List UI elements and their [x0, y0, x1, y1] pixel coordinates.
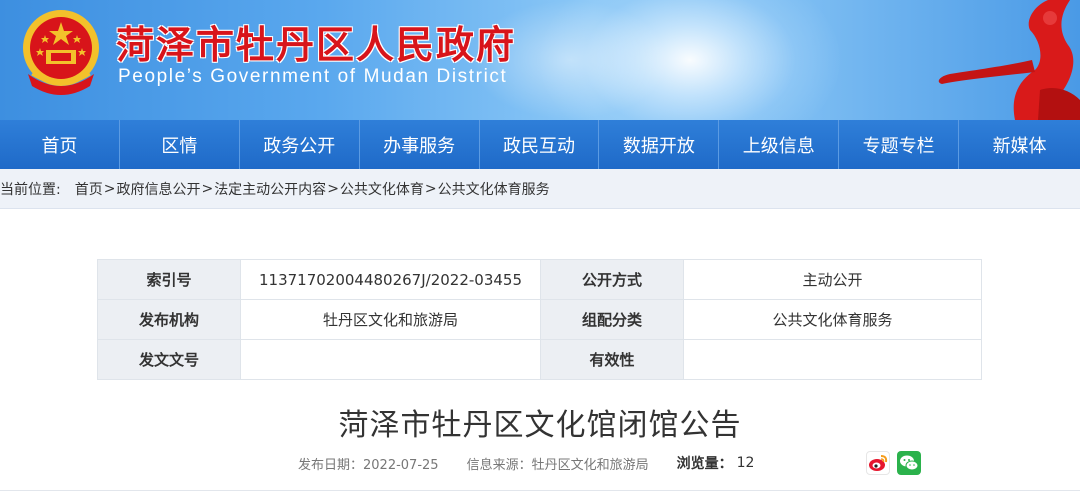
view-count-label: 浏览量：: [676, 456, 733, 472]
breadcrumb-item-gov-info[interactable]: 政府信息公开: [116, 179, 200, 199]
weibo-icon: [869, 455, 888, 471]
nav-item-district-info[interactable]: 区情: [120, 120, 240, 169]
wechat-icon: [900, 455, 919, 471]
index-number-value: 11371702004480267J/2022-03455: [240, 259, 541, 300]
breadcrumb-item-culture-sports[interactable]: 公共文化体育: [340, 179, 424, 199]
breadcrumb-separator: >: [201, 180, 214, 197]
nav-item-interaction[interactable]: 政民互动: [480, 120, 600, 169]
disclosure-method-value: 主动公开: [683, 259, 982, 300]
breadcrumb-label: 当前位置:: [0, 181, 61, 198]
divider: [0, 490, 1080, 491]
disclosure-method-label: 公开方式: [540, 259, 684, 300]
nav-item-open-data[interactable]: 数据开放: [599, 120, 720, 169]
publisher-label: 发布机构: [97, 299, 241, 340]
share-weibo-button[interactable]: [866, 451, 890, 475]
site-title: 菏泽市牡丹区人民政府: [116, 23, 517, 67]
validity-label: 有效性: [540, 339, 684, 380]
document-number-value: [240, 339, 541, 380]
breadcrumb-item-statutory-content[interactable]: 法定主动公开内容: [214, 179, 326, 199]
article-info-line: 发布日期：2022-07-25 信息来源：牡丹区文化和旅游局 浏览量： 12: [298, 453, 754, 473]
nav-item-home[interactable]: 首页: [0, 120, 120, 169]
nav-item-services[interactable]: 办事服务: [360, 120, 480, 169]
breadcrumb-separator: >: [103, 180, 116, 197]
main-nav: 首页 区情 政务公开 办事服务 政民互动 数据开放 上级信息 专题专栏 新媒体: [0, 120, 1080, 169]
site-subtitle: People’s Government of Mudan District: [118, 66, 508, 87]
validity-value: [683, 339, 982, 380]
breadcrumb-item-culture-sports-services[interactable]: 公共文化体育服务: [438, 179, 550, 199]
breadcrumb-separator: >: [327, 180, 339, 197]
nav-item-government-affairs[interactable]: 政务公开: [240, 120, 360, 169]
table-row: 索引号 11371702004480267J/2022-03455 公开方式 主…: [97, 259, 982, 300]
publisher-value: 牡丹区文化和旅游局: [240, 299, 541, 340]
article-title: 菏泽市牡丹区文化馆闭馆公告: [338, 408, 742, 443]
table-row: 发文文号 有效性: [97, 339, 982, 380]
breadcrumb-separator: >: [424, 180, 437, 197]
publish-date: 发布日期：2022-07-25: [298, 457, 439, 473]
nav-item-special-topics[interactable]: 专题专栏: [839, 120, 960, 169]
breadcrumb: 当前位置: 首页 > 政府信息公开 > 法定主动公开内容 > 公共文化体育 > …: [0, 169, 1080, 209]
index-number-label: 索引号: [97, 259, 241, 300]
category-value: 公共文化体育服务: [683, 299, 982, 340]
category-label: 组配分类: [540, 299, 684, 340]
nav-item-new-media[interactable]: 新媒体: [959, 120, 1080, 169]
header-banner: 菏泽市牡丹区人民政府 People’s Government of Mudan …: [0, 0, 1080, 120]
table-row: 发布机构 牡丹区文化和旅游局 组配分类 公共文化体育服务: [97, 299, 982, 340]
document-number-label: 发文文号: [97, 339, 241, 380]
info-source: 信息来源：牡丹区文化和旅游局: [466, 457, 649, 473]
red-ribbon-sculpture-icon: [938, 0, 1080, 120]
breadcrumb-item-home[interactable]: 首页: [75, 179, 103, 199]
document-meta-table: 索引号 11371702004480267J/2022-03455 公开方式 主…: [97, 259, 982, 380]
national-emblem-icon: [23, 10, 99, 95]
view-count: 12: [736, 455, 755, 471]
nav-item-superior-info[interactable]: 上级信息: [719, 120, 840, 169]
share-wechat-button[interactable]: [897, 451, 921, 475]
